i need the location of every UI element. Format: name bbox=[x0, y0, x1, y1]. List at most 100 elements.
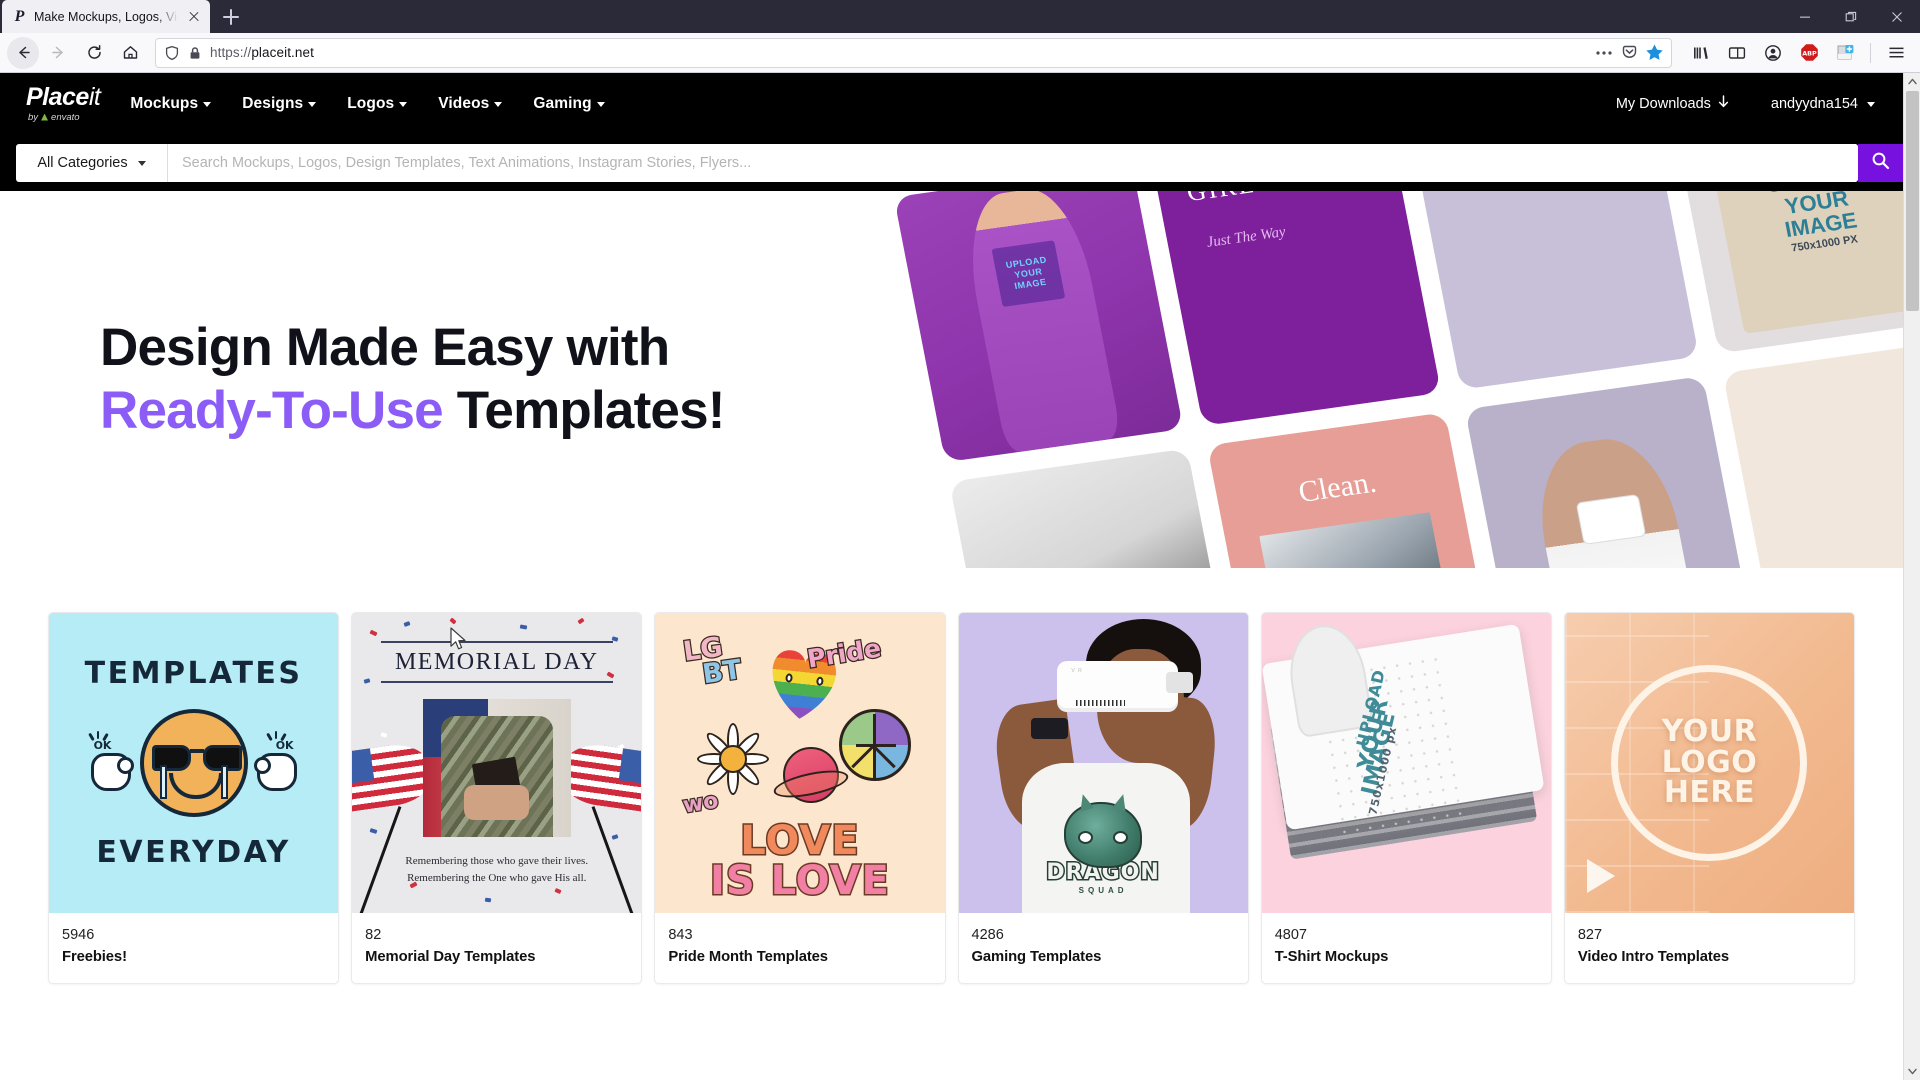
ok-hand-left-icon: OK bbox=[87, 731, 134, 791]
maximize-window-button[interactable] bbox=[1828, 0, 1874, 33]
site-header: Placeit by envato Mockups Designs Logos … bbox=[0, 73, 1903, 134]
home-button[interactable] bbox=[113, 37, 147, 69]
love-line-1: LOVE bbox=[739, 818, 860, 864]
logo-envato-text: envato bbox=[51, 111, 80, 123]
close-tab-icon[interactable] bbox=[184, 7, 204, 27]
browser-navigation-bar: https://placeit.net ABP bbox=[0, 33, 1920, 73]
hero-card-face-mask bbox=[1464, 375, 1755, 568]
card-meta: 5946 Freebies! bbox=[49, 913, 338, 983]
category-card-gaming[interactable]: V R DRAGON SQUAD 4286 Gaming Templates bbox=[957, 612, 1249, 985]
adblock-plus-icon[interactable]: ABP bbox=[1792, 37, 1826, 69]
hero-card-clean-poster: Clean. bbox=[1207, 412, 1497, 568]
padlock-icon[interactable] bbox=[188, 46, 202, 60]
search-bar-row: All Categories bbox=[0, 134, 1903, 191]
card-count: 4286 bbox=[971, 927, 1004, 943]
hero-card-lavender bbox=[1409, 191, 1699, 390]
usa-flag-icon bbox=[352, 740, 434, 814]
site-header-right: My Downloads andyydna154 bbox=[1615, 94, 1875, 113]
new-tab-button[interactable] bbox=[215, 2, 247, 32]
card-count: 843 bbox=[668, 927, 693, 943]
hero-card-tote-bag: UPLOAD YOUR IMAGE 750x1000 PX bbox=[1667, 191, 1903, 354]
logo-suffix-text: it bbox=[88, 82, 101, 111]
hamburger-menu-icon[interactable] bbox=[1879, 37, 1913, 69]
nav-item-gaming[interactable]: Gaming bbox=[533, 95, 605, 113]
screenshot-icon[interactable] bbox=[1828, 37, 1862, 69]
card-artwork: LG BT Pride wo LOVE IS LOVE bbox=[655, 613, 945, 913]
placeit-logo[interactable]: Placeit by envato bbox=[26, 82, 101, 123]
category-dropdown[interactable]: All Categories bbox=[16, 143, 168, 182]
card-count: 827 bbox=[1577, 927, 1603, 943]
card-meta: 827 Video Intro Templates bbox=[1565, 913, 1854, 983]
category-card-memorial-day[interactable]: MEMORIAL DAY Remembering those who gave … bbox=[351, 612, 643, 985]
page-viewport: Placeit by envato Mockups Designs Logos … bbox=[0, 73, 1920, 1080]
play-triangle-icon[interactable] bbox=[1586, 859, 1615, 893]
card-title: Video Intro Templates bbox=[1577, 949, 1729, 966]
sidebar-icon[interactable] bbox=[1720, 37, 1754, 69]
chevron-down-icon bbox=[1867, 102, 1875, 107]
scrollbar-thumb[interactable] bbox=[1906, 91, 1919, 311]
minimize-window-button[interactable] bbox=[1782, 0, 1828, 33]
flag-stick bbox=[357, 806, 402, 913]
forward-button[interactable] bbox=[41, 37, 75, 69]
hero-headline: Design Made Easy with Ready-To-Use Templ… bbox=[100, 317, 725, 442]
card-artwork: V R DRAGON SQUAD bbox=[958, 613, 1248, 913]
nav-item-mockups[interactable]: Mockups bbox=[130, 95, 212, 113]
search-bar: All Categories bbox=[16, 143, 1858, 182]
ok-hand-right-icon: OK bbox=[253, 731, 300, 791]
dragon-squad-shirt-print: DRAGON SQUAD bbox=[1043, 792, 1163, 895]
svg-text:ABP: ABP bbox=[1802, 50, 1817, 58]
browser-tab[interactable]: P Make Mockups, Logos, Videos bbox=[2, 0, 210, 33]
address-bar[interactable]: https://placeit.net bbox=[155, 37, 1672, 68]
logo-main-text: Place bbox=[26, 82, 89, 111]
search-submit-button[interactable] bbox=[1858, 143, 1903, 182]
card-artwork: MEMORIAL DAY Remembering those who gave … bbox=[352, 613, 642, 913]
love-line-2: IS LOVE bbox=[708, 858, 890, 904]
category-card-video-intro[interactable]: YOUR LOGO HERE 827 Video Intro Templates bbox=[1563, 612, 1856, 985]
hero-line-2-rest: Templates! bbox=[442, 380, 726, 440]
search-input[interactable] bbox=[168, 143, 1858, 182]
card-artwork: YOUR LOGO HERE bbox=[1564, 613, 1855, 913]
chevron-down-icon bbox=[399, 102, 408, 107]
tracking-shield-icon[interactable] bbox=[164, 45, 180, 61]
chevron-down-icon bbox=[308, 102, 317, 107]
page-scrollbar[interactable] bbox=[1903, 73, 1920, 1080]
nav-item-designs[interactable]: Designs bbox=[242, 95, 317, 113]
close-window-button[interactable] bbox=[1874, 0, 1920, 33]
account-menu-button[interactable]: andyydna154 bbox=[1771, 96, 1875, 112]
back-button[interactable] bbox=[7, 36, 39, 69]
page-actions-ellipsis-icon[interactable] bbox=[1595, 50, 1613, 56]
hero-card-cream bbox=[1722, 339, 1903, 568]
pride-word-sticker: Pride bbox=[804, 632, 884, 675]
url-text: https://placeit.net bbox=[210, 45, 314, 60]
nav-item-videos[interactable]: Videos bbox=[438, 95, 503, 113]
logo-line-1: YOUR bbox=[1661, 714, 1758, 750]
lgbt-sticker: LG BT bbox=[680, 630, 745, 691]
scroll-down-arrow-icon[interactable] bbox=[1904, 1063, 1920, 1080]
card-meta: 843 Pride Month Templates bbox=[655, 913, 944, 983]
nav-item-logos[interactable]: Logos bbox=[347, 95, 408, 113]
shirt-subword: SQUAD bbox=[1078, 886, 1128, 895]
reload-button[interactable] bbox=[77, 37, 111, 69]
chevron-down-icon bbox=[203, 102, 212, 107]
flag-stick bbox=[591, 806, 636, 913]
category-card-tshirt-mockups[interactable]: UPLOAD YOUR IMAGE 750x1000 px 4807 T-Shi… bbox=[1260, 612, 1552, 985]
scroll-up-arrow-icon[interactable] bbox=[1904, 73, 1920, 90]
account-icon[interactable] bbox=[1756, 37, 1790, 69]
card-count: 5946 bbox=[62, 927, 95, 943]
card-title: T-Shirt Mockups bbox=[1274, 949, 1389, 966]
pocket-icon[interactable] bbox=[1621, 44, 1638, 61]
my-downloads-link[interactable]: My Downloads bbox=[1615, 94, 1729, 113]
my-downloads-label: My Downloads bbox=[1615, 95, 1711, 112]
category-card-freebies[interactable]: TEMPLATES OK OK EVERYDAY 5946 Freebies! bbox=[48, 612, 340, 985]
tab-title: Make Mockups, Logos, Videos bbox=[34, 9, 178, 24]
planet-icon bbox=[771, 745, 851, 813]
category-cards-section: TEMPLATES OK OK EVERYDAY 5946 Freebies! … bbox=[0, 568, 1903, 985]
card-meta: 4286 Gaming Templates bbox=[959, 913, 1248, 983]
window-controls bbox=[1782, 0, 1920, 33]
site-nav-items: Mockups Designs Logos Videos Gaming bbox=[130, 95, 605, 113]
toolbar-divider bbox=[1870, 42, 1871, 63]
category-card-pride-month[interactable]: LG BT Pride wo LOVE IS LOVE 843 Pride Mo… bbox=[654, 612, 946, 985]
bookmark-star-icon[interactable] bbox=[1646, 44, 1663, 61]
browser-toolbar-icons: ABP bbox=[1680, 37, 1913, 69]
library-icon[interactable] bbox=[1684, 37, 1718, 69]
